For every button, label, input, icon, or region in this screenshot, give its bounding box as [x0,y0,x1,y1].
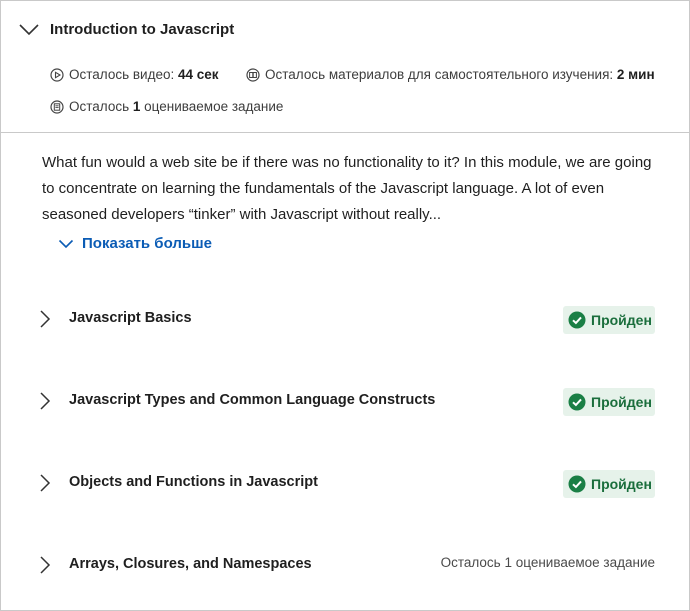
check-circle-icon [568,311,586,329]
video-remaining: Осталось видео: 44 сек [50,67,219,82]
show-more-button[interactable]: Показать больше [58,235,212,252]
lesson-title: Javascript Basics [69,310,192,326]
lesson-item-objects-functions[interactable]: Objects and Functions in Javascript Прой… [1,453,689,513]
reading-remaining-label: Осталось материалов для самостоятельного… [265,67,614,82]
reading-remaining: Осталось материалов для самостоятельного… [246,67,655,82]
lesson-title: Arrays, Closures, and Namespaces [69,556,312,572]
assignment-icon [50,99,64,114]
lesson-item-javascript-basics[interactable]: Javascript Basics Пройден [1,289,689,349]
chevron-down-icon[interactable] [18,23,40,37]
status-badge-label: Пройден [591,394,652,410]
status-badge: Пройден [563,306,655,334]
reading-remaining-value: 2 мин [616,67,655,82]
lesson-item-arrays-closures[interactable]: Arrays, Closures, and Namespaces Осталос… [1,535,689,595]
graded-remaining-prefix: Осталось [69,99,130,114]
chevron-right-icon [39,309,51,329]
status-badge: Пройден [563,470,655,498]
graded-remaining-suffix: оцениваемое задание [144,99,284,114]
module-card: Introduction to Javascript Осталось виде… [0,0,690,611]
lesson-status-text: Осталось 1 оцениваемое задание [440,555,655,570]
lesson-item-javascript-types[interactable]: Javascript Types and Common Language Con… [1,371,689,431]
module-header: Introduction to Javascript Осталось виде… [1,1,689,133]
check-circle-icon [568,475,586,493]
graded-remaining: Осталось 1 оцениваемое задание [50,99,283,114]
video-remaining-value: 44 сек [177,67,219,82]
module-description: What fun would a web site be if there wa… [42,154,652,223]
chevron-right-icon [39,391,51,411]
status-badge: Пройден [563,388,655,416]
graded-remaining-count: 1 [132,99,141,114]
chevron-right-icon [39,473,51,493]
chevron-down-icon [58,239,74,249]
show-more-label: Показать больше [82,235,212,252]
reading-icon [246,67,260,82]
play-circle-icon [50,67,64,82]
lesson-title: Objects and Functions in Javascript [69,474,318,490]
video-remaining-label: Осталось видео: [69,67,175,82]
module-title[interactable]: Introduction to Javascript [50,21,234,38]
status-badge-label: Пройден [591,476,652,492]
lesson-title: Javascript Types and Common Language Con… [69,392,436,408]
check-circle-icon [568,393,586,411]
chevron-right-icon [39,555,51,575]
status-badge-label: Пройден [591,312,652,328]
